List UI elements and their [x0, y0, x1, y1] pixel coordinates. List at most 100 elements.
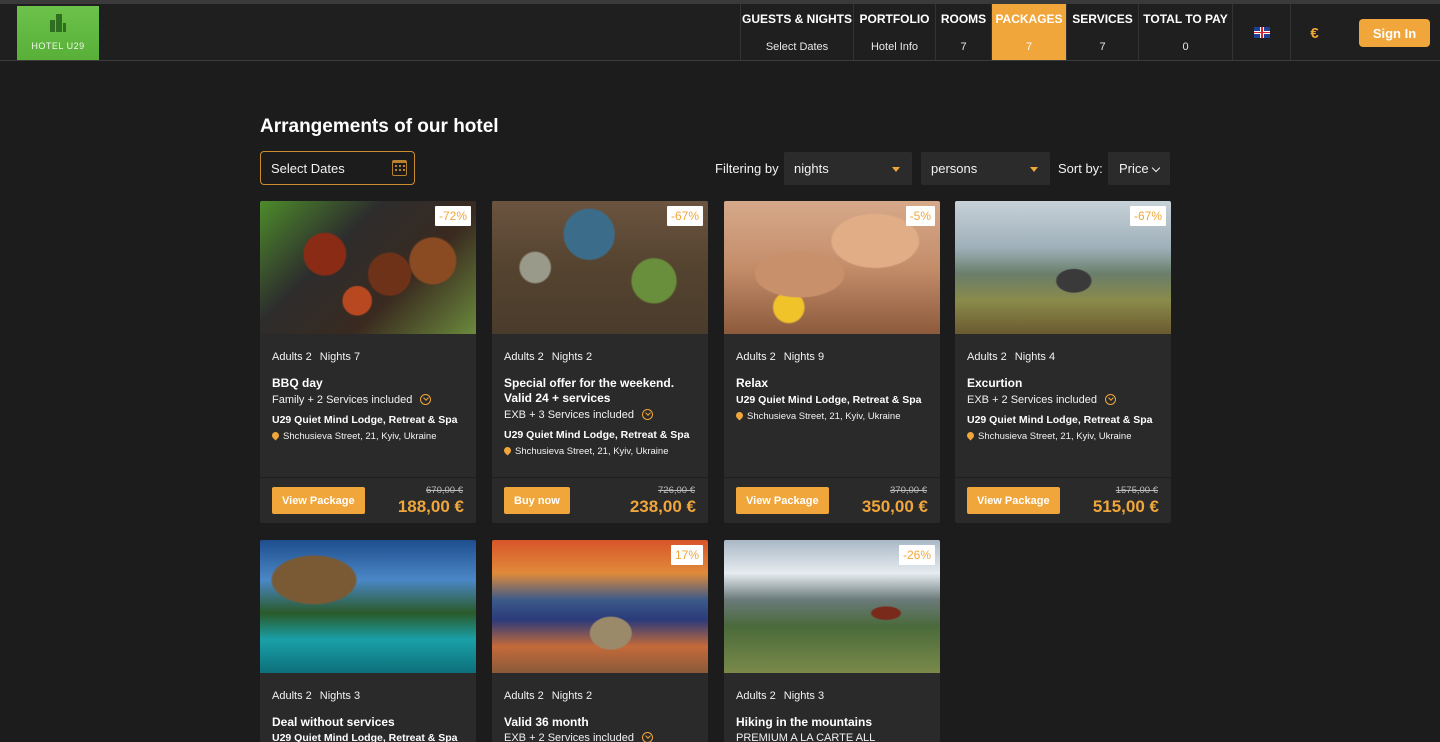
nights-chip: Nights 4: [1014, 351, 1056, 363]
nights-chip: Nights 7: [319, 351, 361, 363]
adults-chip: Adults 2: [736, 690, 776, 702]
view-package-button[interactable]: View Package: [272, 487, 365, 514]
select-dates-input[interactable]: Select Dates: [260, 151, 415, 185]
price: 188,00 €: [397, 497, 464, 516]
expand-services-icon[interactable]: [641, 732, 653, 742]
language-selector[interactable]: [1232, 4, 1290, 60]
old-price: 726,00 €: [658, 485, 695, 496]
nav-guests-title: GUESTS & NIGHTS: [741, 12, 852, 26]
package-card[interactable]: -26% Adults 2 Nights 3 Hiking in the moun…: [724, 540, 940, 742]
hotel-address: Shchusieva Street, 21, Kyiv, Ukraine: [270, 430, 437, 442]
adults-chip: Adults 2: [504, 690, 544, 702]
nights-chip: Nights 2: [551, 690, 593, 702]
hotel-address: Shchusieva Street, 21, Kyiv, Ukraine: [965, 430, 1131, 442]
hotel-address: Shchusieva Street, 21, Kyiv, Ukraine: [502, 445, 669, 457]
expand-services-icon[interactable]: [420, 394, 432, 405]
adults-chip: Adults 2: [504, 351, 544, 363]
package-subtitle: EXB + 2 Services included: [504, 732, 653, 742]
package-card[interactable]: 17% Adults 2 Nights 2 Valid 36 month EXB …: [492, 540, 708, 742]
package-card[interactable]: -67% Adults 2 Nights 2 Special offer for …: [492, 201, 708, 523]
card-divider: [955, 477, 1171, 478]
package-subtitle: EXB + 2 Services included: [967, 394, 1116, 406]
nav-guests-nights[interactable]: GUESTS & NIGHTS Select Dates: [740, 4, 853, 60]
package-chips: Adults 2 Nights 7: [272, 351, 368, 363]
caret-down-icon: [892, 167, 900, 172]
logo-text: HOTEL U29: [31, 41, 85, 51]
package-title: Relax: [736, 376, 769, 390]
chevron-down-icon: [1151, 163, 1161, 173]
caret-down-icon: [1030, 167, 1038, 172]
persons-select-value: persons: [931, 161, 978, 176]
page-title: Arrangements of our hotel: [260, 116, 499, 137]
old-price: 370,00 €: [890, 485, 927, 496]
currency-selector[interactable]: €: [1290, 4, 1338, 60]
nav-rooms-value: 7: [960, 41, 967, 53]
price: 515,00 €: [1092, 497, 1159, 516]
package-title: Special offer for the weekend. Valid 24 …: [504, 376, 675, 405]
package-subtitle-text: EXB + 2 Services included: [504, 732, 634, 742]
package-subtitle-text: EXB + 2 Services included: [967, 394, 1097, 406]
nav-packages[interactable]: PACKAGES 7: [991, 4, 1066, 60]
card-divider: [724, 477, 940, 478]
uk-flag-icon: [1254, 27, 1270, 38]
nav-rooms[interactable]: ROOMS 7: [935, 4, 991, 60]
discount-badge: -5%: [905, 206, 935, 226]
nights-select-value: nights: [794, 161, 829, 176]
nav-total-title: TOTAL TO PAY: [1143, 12, 1228, 26]
hotel-address-text: Shchusieva Street, 21, Kyiv, Ukraine: [515, 446, 669, 457]
hotel-name: U29 Quiet Mind Lodge, Retreat & Spa: [272, 414, 458, 426]
nav-portfolio[interactable]: PORTFOLIO Hotel Info: [853, 4, 935, 60]
nav-portfolio-value: Hotel Info: [870, 41, 919, 53]
price: 238,00 €: [629, 497, 696, 516]
buy-now-button[interactable]: Buy now: [504, 487, 570, 514]
nav-total-value: 0: [1182, 41, 1189, 53]
package-card[interactable]: -5% Adults 2 Nights 9 Relax U29 Quiet Min…: [724, 201, 940, 523]
nights-chip: Nights 3: [783, 690, 825, 702]
nights-select[interactable]: nights: [784, 152, 912, 185]
sort-select-value: Price: [1119, 161, 1149, 176]
nights-chip: Nights 9: [783, 351, 825, 363]
package-subtitle: EXB + 3 Services included: [504, 409, 653, 421]
discount-badge: -67%: [666, 206, 703, 226]
hotel-address-text: Shchusieva Street, 21, Kyiv, Ukraine: [283, 431, 437, 442]
hotel-name: U29 Quiet Mind Lodge, Retreat & Spa: [736, 394, 922, 406]
package-title: Valid 36 month: [504, 715, 589, 729]
package-card[interactable]: -67% Adults 2 Nights 4 Excurtion EXB + 2 …: [955, 201, 1171, 523]
old-price: 670,00 €: [426, 485, 463, 496]
nav-total-to-pay[interactable]: TOTAL TO PAY 0: [1138, 4, 1232, 60]
expand-services-icon[interactable]: [641, 409, 653, 420]
view-package-button[interactable]: View Package: [736, 487, 829, 514]
package-chips: Adults 2 Nights 9: [736, 351, 832, 363]
top-navigation-bar: HOTEL U29 GUESTS & NIGHTS Select Dates P…: [0, 0, 1440, 61]
nav-guests-value: Select Dates: [765, 41, 829, 53]
old-price: 1575,00 €: [1115, 485, 1158, 496]
euro-icon: €: [1310, 25, 1319, 42]
package-image[interactable]: [260, 540, 476, 673]
package-subtitle-text: PREMIUM A LA CARTE ALL: [736, 732, 876, 742]
package-card[interactable]: Adults 2 Nights 3 Deal without services U…: [260, 540, 476, 742]
discount-badge: 17%: [670, 545, 703, 565]
package-subtitle-text: EXB + 3 Services included: [504, 409, 634, 421]
hotel-address-text: Shchusieva Street, 21, Kyiv, Ukraine: [747, 411, 901, 422]
adults-chip: Adults 2: [272, 351, 312, 363]
package-subtitle: PREMIUM A LA CARTE ALL: [736, 732, 875, 742]
sort-select[interactable]: Price: [1108, 152, 1170, 185]
package-subtitle-text: Family + 2 Services included: [272, 394, 413, 406]
hotel-name: U29 Quiet Mind Lodge, Retreat & Spa: [967, 414, 1153, 426]
nav-services[interactable]: SERVICES 7: [1066, 4, 1138, 60]
card-divider: [260, 477, 476, 478]
select-dates-text: Select Dates: [271, 161, 345, 176]
package-title: Deal without services: [272, 715, 395, 729]
expand-services-icon[interactable]: [1104, 394, 1116, 405]
hotel-name: U29 Quiet Mind Lodge, Retreat & Spa: [504, 429, 690, 441]
persons-select[interactable]: persons: [921, 152, 1050, 185]
package-card[interactable]: -72% Adults 2 Nights 7 BBQ day Family + 2…: [260, 201, 476, 523]
nav-services-value: 7: [1099, 41, 1106, 53]
nav-packages-title: PACKAGES: [995, 12, 1063, 26]
package-title: Hiking in the mountains: [736, 715, 873, 729]
sign-in-button[interactable]: Sign In: [1359, 19, 1430, 47]
view-package-button[interactable]: View Package: [967, 487, 1060, 514]
location-pin-icon: [734, 410, 745, 421]
location-pin-icon: [965, 430, 976, 441]
hotel-logo[interactable]: HOTEL U29: [17, 6, 99, 60]
